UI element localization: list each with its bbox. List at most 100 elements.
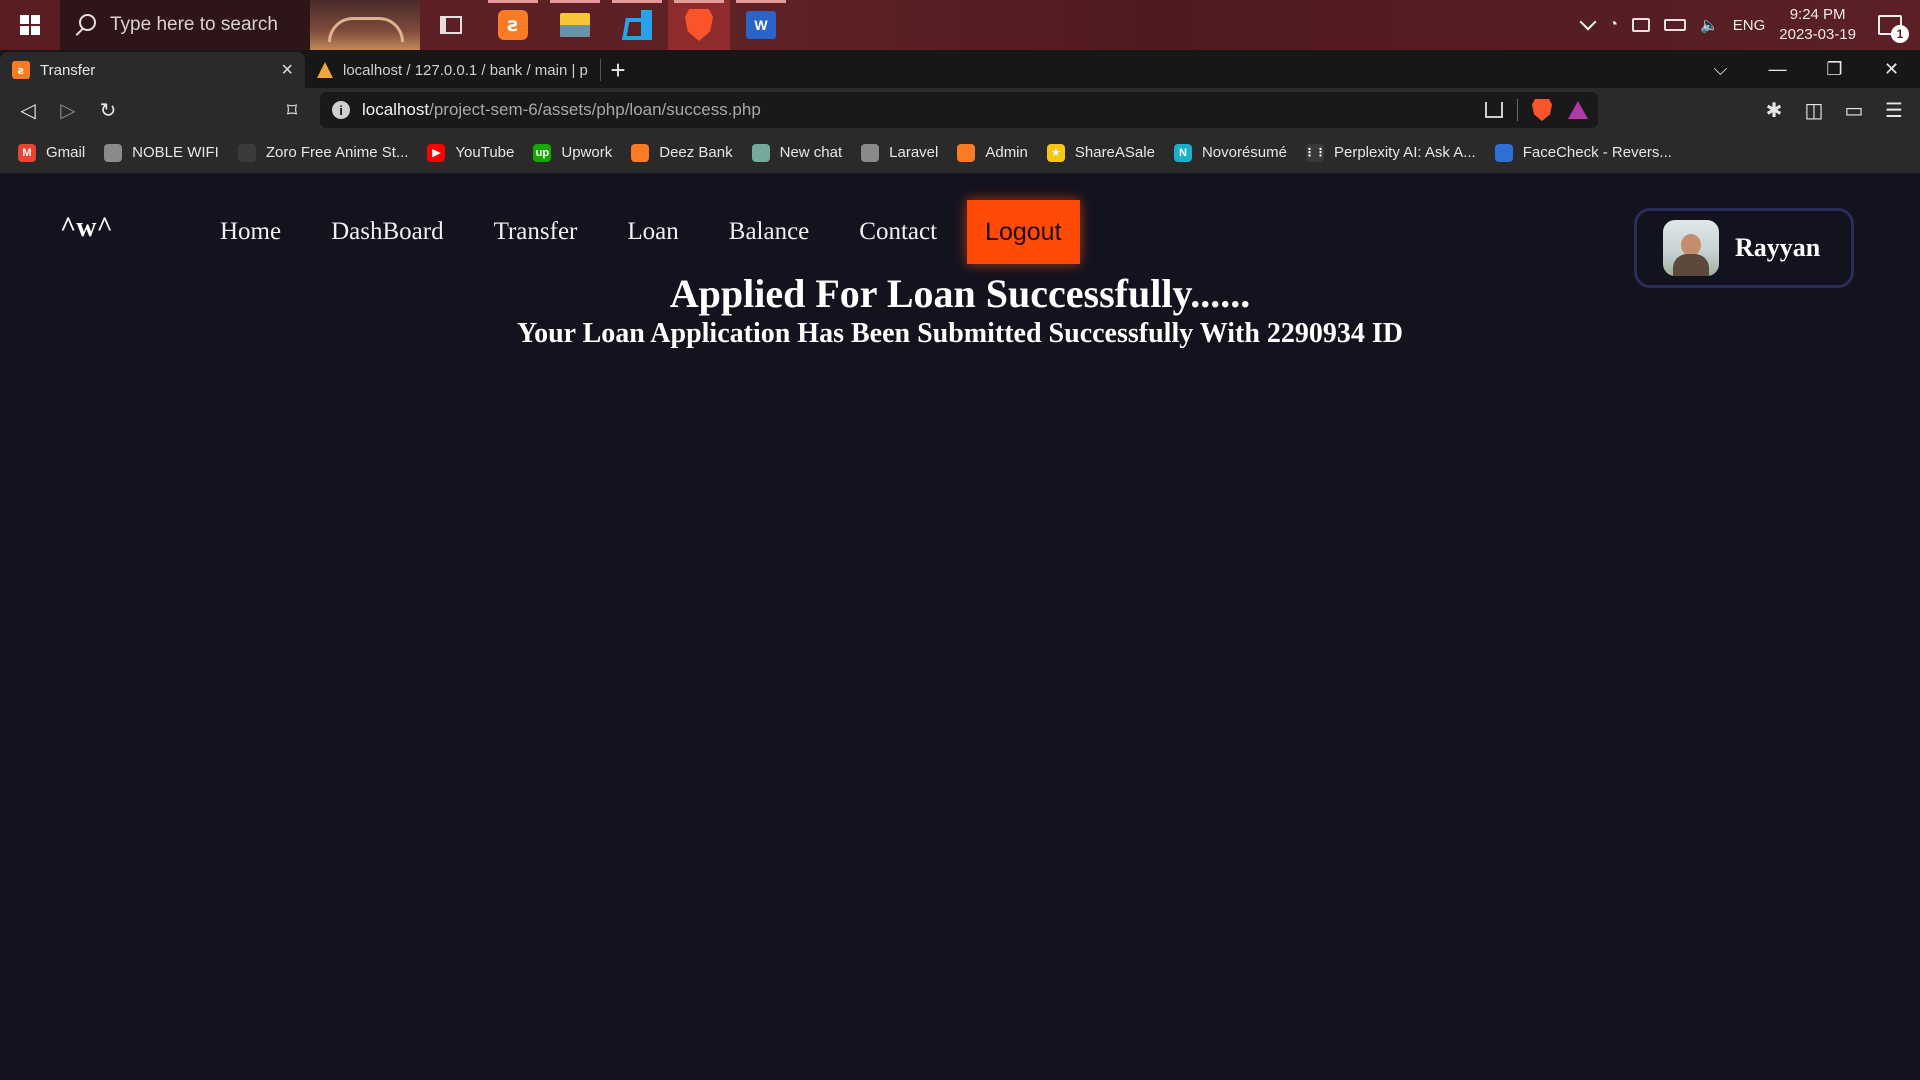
bookmark-label: Gmail bbox=[46, 144, 86, 161]
brave-rewards-icon[interactable] bbox=[1568, 101, 1588, 119]
close-window-button[interactable]: ✕ bbox=[1863, 59, 1920, 80]
nav-loan[interactable]: Loan bbox=[627, 218, 678, 246]
bookmark-favicon-icon: ⋮⋮ bbox=[1304, 143, 1326, 162]
bookmark-label: Deez Bank bbox=[659, 144, 733, 161]
taskbar-app-xampp[interactable]: ꙅ bbox=[482, 0, 544, 50]
success-headline: Applied For Loan Successfully...... bbox=[669, 271, 1251, 316]
bookmark-label: Perplexity AI: Ask A... bbox=[1333, 144, 1476, 161]
bookmark-favicon-icon bbox=[751, 143, 770, 162]
close-tab-icon[interactable]: × bbox=[281, 59, 293, 82]
phpmyadmin-favicon-icon bbox=[317, 62, 333, 78]
new-tab-button[interactable]: + bbox=[601, 52, 635, 88]
share-icon[interactable] bbox=[1485, 102, 1503, 118]
bookmark-favicon-icon bbox=[1494, 143, 1513, 162]
bookmark-label: Admin bbox=[985, 144, 1028, 161]
bookmark-favicon-icon: ★ bbox=[1046, 143, 1065, 162]
tray-overflow-button[interactable] bbox=[1579, 13, 1597, 31]
back-button[interactable]: ◁ bbox=[8, 90, 48, 130]
bookmark-icon[interactable]: ⌑ bbox=[272, 90, 312, 130]
clock-date: 2023-03-19 bbox=[1779, 26, 1856, 43]
taskbar-search[interactable]: Type here to search bbox=[60, 0, 420, 50]
restore-button[interactable]: ❐ bbox=[1806, 59, 1863, 80]
brave-icon bbox=[685, 9, 713, 41]
brave-shields-icon[interactable] bbox=[1532, 99, 1552, 121]
bookmark-favicon-icon bbox=[237, 143, 256, 162]
language-indicator[interactable]: ENG bbox=[1733, 17, 1766, 34]
site-menu: Home DashBoard Transfer Loan Balance Con… bbox=[220, 200, 1080, 264]
folder-icon bbox=[560, 13, 590, 37]
bookmark-item[interactable]: ▶ YouTube bbox=[427, 143, 514, 162]
battery-icon[interactable] bbox=[1664, 19, 1687, 31]
search-highlight-image bbox=[310, 0, 420, 50]
bookmark-item[interactable]: N Novorésumé bbox=[1173, 143, 1287, 162]
windows-logo-icon bbox=[20, 15, 40, 35]
bookmark-favicon-icon: ▶ bbox=[427, 143, 446, 162]
sidebar-toggle-icon[interactable]: ◫ bbox=[1794, 90, 1834, 130]
url-path: /project-sem-6/assets/php/loan/success.p… bbox=[429, 100, 761, 119]
bookmark-item[interactable]: New chat bbox=[751, 143, 843, 162]
tab-transfer[interactable]: ꙅ Transfer × bbox=[0, 52, 305, 88]
browser-tab-strip: ꙅ Transfer × localhost / 127.0.0.1 / ban… bbox=[0, 50, 1920, 88]
windows-taskbar: Type here to search ꙅ W ◔ 🔈 ENG 9:24 PM … bbox=[0, 0, 1920, 50]
taskbar-app-word[interactable]: W bbox=[730, 0, 792, 50]
system-tray: ◔ 🔈 ENG 9:24 PM 2023-03-19 1 bbox=[1579, 0, 1920, 50]
bookmark-label: Laravel bbox=[889, 144, 939, 161]
bookmark-favicon-icon: M bbox=[18, 143, 36, 162]
bookmark-label: FaceCheck - Revers... bbox=[1522, 144, 1672, 161]
bookmark-item[interactable]: Deez Bank bbox=[631, 143, 733, 162]
bookmark-item[interactable]: ★ ShareASale bbox=[1046, 143, 1155, 162]
tab-search-chevron-icon[interactable]: ⌵ bbox=[1692, 59, 1749, 80]
notification-center-icon[interactable]: 1 bbox=[1878, 15, 1909, 43]
bookmark-label: ShareASale bbox=[1074, 144, 1155, 161]
start-button[interactable] bbox=[0, 0, 60, 50]
extensions-icon[interactable]: ✱ bbox=[1754, 90, 1794, 130]
task-view-button[interactable] bbox=[420, 0, 482, 50]
bookmark-item[interactable]: FaceCheck - Revers... bbox=[1494, 143, 1672, 162]
wifi-icon[interactable]: ◔ bbox=[1608, 16, 1618, 34]
nav-transfer[interactable]: Transfer bbox=[494, 218, 578, 246]
menu-icon[interactable]: ☰ bbox=[1874, 90, 1914, 130]
volume-icon[interactable]: 🔈 bbox=[1700, 16, 1719, 34]
wallet-icon[interactable]: ▭ bbox=[1834, 90, 1874, 130]
address-bar[interactable]: i localhost/project-sem-6/assets/php/loa… bbox=[320, 92, 1598, 128]
task-view-icon bbox=[440, 16, 462, 34]
bookmark-label: New chat bbox=[779, 144, 843, 161]
forward-button[interactable]: ▷ bbox=[48, 90, 88, 130]
logout-button[interactable]: Logout bbox=[967, 200, 1080, 264]
tab-phpmyadmin[interactable]: localhost / 127.0.0.1 / bank / main | ph bbox=[305, 52, 600, 88]
bookmark-item[interactable]: NOBLE WIFI bbox=[104, 143, 219, 162]
bookmark-label: Zoro Free Anime St... bbox=[265, 144, 409, 161]
bookmark-item[interactable]: Admin bbox=[957, 143, 1028, 162]
site-navbar: ^w^ Home DashBoard Transfer Loan Balance… bbox=[0, 200, 1920, 288]
clock[interactable]: 9:24 PM 2023-03-19 bbox=[1779, 5, 1856, 45]
avatar bbox=[1663, 220, 1719, 276]
bookmark-label: Upwork bbox=[561, 144, 613, 161]
minimize-button[interactable]: — bbox=[1749, 59, 1806, 80]
site-logo[interactable]: ^w^ bbox=[60, 212, 113, 244]
success-message: Your Loan Application Has Been Submitted… bbox=[516, 318, 1404, 349]
user-name: Rayyan bbox=[1735, 233, 1821, 262]
bookmark-favicon-icon bbox=[957, 143, 976, 162]
url-host: localhost bbox=[362, 100, 430, 119]
bookmarks-bar: M Gmail NOBLE WIFI Zoro Free Anime St... ▶ Yo… bbox=[0, 132, 1920, 174]
taskbar-app-file-explorer[interactable] bbox=[544, 0, 606, 50]
tab-title: localhost / 127.0.0.1 / bank / main | ph bbox=[343, 61, 588, 79]
bookmark-item[interactable]: Zoro Free Anime St... bbox=[237, 143, 409, 162]
nav-balance[interactable]: Balance bbox=[729, 218, 810, 246]
bookmark-favicon-icon bbox=[104, 143, 123, 162]
taskbar-app-vscode[interactable] bbox=[606, 0, 668, 50]
bookmark-item[interactable]: ⋮⋮ Perplexity AI: Ask A... bbox=[1304, 143, 1476, 162]
word-icon: W bbox=[746, 11, 776, 39]
nav-home[interactable]: Home bbox=[220, 218, 281, 246]
reload-button[interactable]: ↻ bbox=[88, 90, 128, 130]
taskbar-app-brave[interactable] bbox=[668, 0, 730, 50]
page-content: ^w^ Home DashBoard Transfer Loan Balance… bbox=[0, 174, 1920, 1080]
nav-dashboard[interactable]: DashBoard bbox=[331, 218, 443, 246]
bookmark-item[interactable]: M Gmail bbox=[18, 143, 86, 162]
site-info-icon[interactable]: i bbox=[332, 101, 350, 119]
display-icon[interactable] bbox=[1632, 18, 1651, 32]
bookmark-item[interactable]: up Upwork bbox=[533, 143, 613, 162]
bookmark-item[interactable]: Laravel bbox=[861, 143, 939, 162]
nav-contact[interactable]: Contact bbox=[859, 218, 937, 246]
bookmark-favicon-icon: up bbox=[533, 143, 552, 162]
